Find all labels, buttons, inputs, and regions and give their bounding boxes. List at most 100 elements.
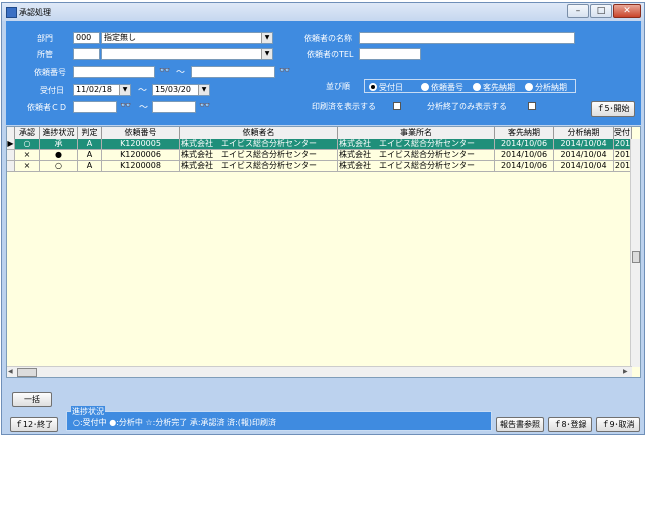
irai-no-label: 依頼番号 [34,68,66,77]
chevron-down-icon[interactable]: ▼ [198,85,209,95]
col-header-jigyosho[interactable]: 事業所名 [338,127,495,139]
binoculars-icon[interactable]: 👓 [120,101,131,111]
iraisha-name-label: 依頼者の名称 [304,34,352,43]
uketsuke-from-input[interactable]: 11/02/18 ▼ [73,84,131,96]
legend-text: ○:受付中 ●:分析中 ☆:分析完了 承:承認済 済:(報)印刷済 [73,418,277,427]
irai-no-from-input[interactable] [73,66,155,78]
bumon-code-input[interactable]: 000 [73,32,100,44]
cell-iraisha-name[interactable]: 株式会社 エイビス総合分析センター [180,139,338,150]
sort-order-group: 受付日 依頼番号 客先納期 分析納期 [364,79,576,93]
cell-shonin[interactable]: × [15,150,40,161]
uketsuke-to-input[interactable]: 15/03/20 ▼ [152,84,210,96]
cell-irai-no[interactable]: K1200006 [102,150,180,161]
cell-hantei[interactable]: A [78,150,102,161]
sort-option-label: 受付日 [379,83,403,92]
cell-bunseki-noki[interactable]: 2014/10/04 [554,150,614,161]
shokan-select[interactable]: ▼ [101,48,273,60]
bumon-select[interactable]: 指定無し ▼ [101,32,273,44]
ikkatsu-button[interactable]: 一括 [12,392,52,407]
maximize-button[interactable]: □ [590,4,612,18]
cell-jigyosho[interactable]: 株式会社 エイビス総合分析センター [338,139,495,150]
cell-iraisha-name[interactable]: 株式会社 エイビス総合分析センター [180,150,338,161]
col-header-iraisha-name[interactable]: 依頼者名 [180,127,338,139]
approval-grid: 承認 進捗状況 判定 依頼番号 依頼者名 事業所名 客先納期 分析納期 受付日 … [6,126,641,378]
radio-dot-icon [525,83,533,91]
sort-radio-irai-no[interactable]: 依頼番号 [421,82,463,93]
vertical-scroll-thumb[interactable] [632,251,640,263]
exit-button[interactable]: ｆ12･終了 [10,417,58,432]
table-row[interactable]: ▶ ○ 承 A K1200005 株式会社 エイビス総合分析センター 株式会社 … [7,139,632,150]
cell-jigyosho[interactable]: 株式会社 エイビス総合分析センター [338,161,495,172]
chevron-down-icon[interactable]: ▼ [261,33,272,43]
cancel-button[interactable]: ｆ9･取消 [596,417,640,432]
range-tilde: ～ [176,68,186,78]
col-header-irai-no[interactable]: 依頼番号 [102,127,180,139]
row-indicator-header [7,127,15,139]
iraisha-cd-from-input[interactable] [73,101,117,113]
cell-irai-no[interactable]: K1200005 [102,139,180,150]
vertical-scrollbar[interactable] [630,139,640,367]
iraisha-tel-input[interactable] [359,48,421,60]
table-row[interactable]: × ● A K1200006 株式会社 エイビス総合分析センター 株式会社 エイ… [7,150,632,161]
col-header-hantei[interactable]: 判定 [78,127,102,139]
radio-dot-icon [369,83,377,91]
col-header-shonin[interactable]: 承認 [15,127,40,139]
irai-no-to-input[interactable] [191,66,275,78]
uketsuke-to-value: 15/03/20 [155,85,191,94]
cell-irai-no[interactable]: K1200008 [102,161,180,172]
cell-jigyosho[interactable]: 株式会社 エイビス総合分析センター [338,150,495,161]
col-header-uketsuke[interactable]: 受付日 [614,127,632,139]
chevron-down-icon[interactable]: ▼ [261,49,272,59]
print-done-label: 印刷済を表示する [312,102,376,111]
cell-bunseki-noki[interactable]: 2014/10/04 [554,161,614,172]
window-title: 承認処理 [19,8,51,17]
iraisha-tel-label: 依頼者のTEL [307,50,354,59]
bumon-label: 部門 [37,34,53,43]
table-row[interactable]: × ○ A K1200008 株式会社 エイビス総合分析センター 株式会社 エイ… [7,161,632,172]
approval-window: 承認処理 – □ ✕ 部門 000 指定無し ▼ 所管 ▼ 依頼番号 👓 ～ 👓… [1,2,645,435]
cell-shonin[interactable]: ○ [15,139,40,150]
shokan-code-input[interactable] [73,48,100,60]
cell-kyakusaki-noki[interactable]: 2014/10/06 [495,139,554,150]
binoculars-icon[interactable]: 👓 [279,66,290,76]
cell-hantei[interactable]: A [78,139,102,150]
report-reference-button[interactable]: 報告書参照 [496,417,544,432]
radio-dot-icon [421,83,429,91]
iraisha-cd-label: 依頼者ＣＤ [27,103,67,112]
iraisha-cd-to-input[interactable] [152,101,196,113]
col-header-kyakusaki-noki[interactable]: 客先納期 [495,127,554,139]
cell-kyakusaki-noki[interactable]: 2014/10/06 [495,161,554,172]
sort-radio-kyakusaki[interactable]: 客先納期 [473,82,515,93]
range-tilde: ～ [138,86,148,96]
minimize-button[interactable]: – [567,4,589,18]
scroll-right-arrow-icon[interactable]: ▶ [623,368,628,375]
binoculars-icon[interactable]: 👓 [159,66,170,76]
cell-shinchoku[interactable]: ● [40,150,78,161]
cell-bunseki-noki[interactable]: 2014/10/04 [554,139,614,150]
cell-kyakusaki-noki[interactable]: 2014/10/06 [495,150,554,161]
start-button[interactable]: ｆ5･開始 [591,101,635,117]
sort-radio-bunseki[interactable]: 分析納期 [525,82,567,93]
col-header-shinchoku[interactable]: 進捗状況 [40,127,78,139]
cell-shinchoku[interactable]: 承 [40,139,78,150]
print-done-checkbox[interactable] [393,102,401,110]
cell-hantei[interactable]: A [78,161,102,172]
register-button[interactable]: ｆ8･登録 [548,417,592,432]
sort-label: 並び順 [326,82,350,91]
horizontal-scrollbar[interactable]: ◀ ▶ [7,366,632,377]
cell-shonin[interactable]: × [15,161,40,172]
close-button[interactable]: ✕ [613,4,641,18]
row-indicator-icon [7,161,15,172]
search-filter-panel: 部門 000 指定無し ▼ 所管 ▼ 依頼番号 👓 ～ 👓 受付日 11/02/… [6,21,641,125]
binoculars-icon[interactable]: 👓 [199,101,210,111]
horizontal-scroll-thumb[interactable] [17,368,37,377]
analysis-done-checkbox[interactable] [528,102,536,110]
iraisha-name-input[interactable] [359,32,575,44]
radio-dot-icon [473,83,481,91]
scroll-left-arrow-icon[interactable]: ◀ [8,368,13,375]
cell-iraisha-name[interactable]: 株式会社 エイビス総合分析センター [180,161,338,172]
col-header-bunseki-noki[interactable]: 分析納期 [554,127,614,139]
cell-shinchoku[interactable]: ○ [40,161,78,172]
sort-radio-uketsuke[interactable]: 受付日 [369,82,403,93]
chevron-down-icon[interactable]: ▼ [119,85,130,95]
